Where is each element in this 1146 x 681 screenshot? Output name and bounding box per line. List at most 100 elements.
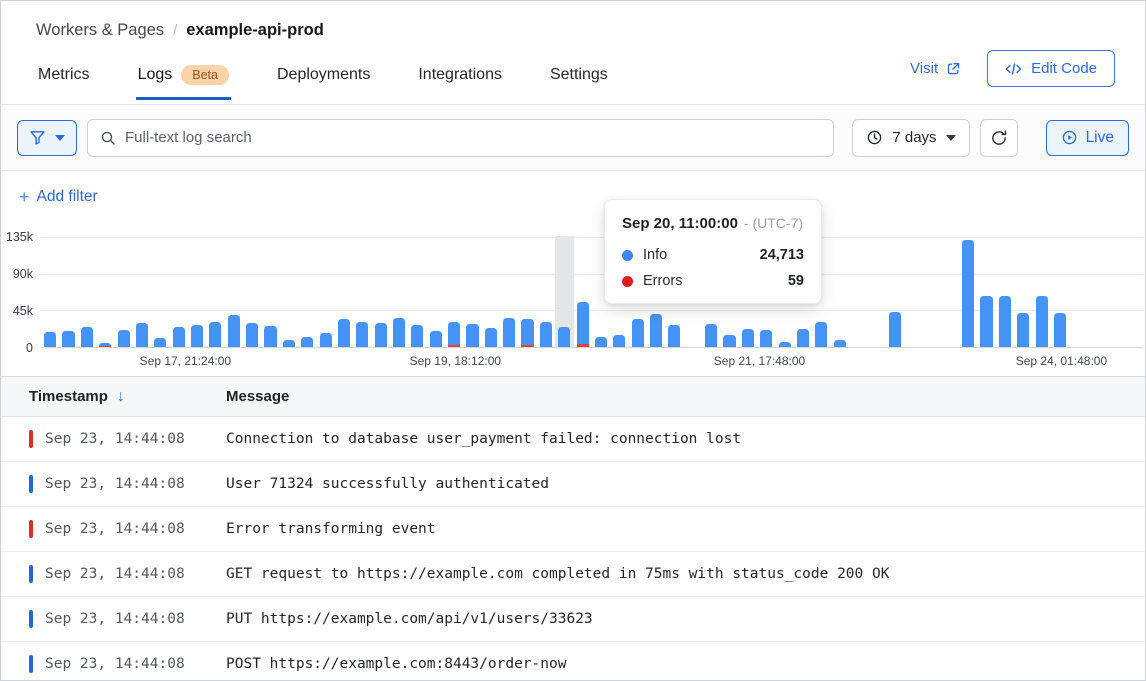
chart-bar [485,328,497,347]
chart-bar-slot[interactable] [353,237,371,347]
chart-bar [228,315,240,347]
chart-bar-slot[interactable] [206,237,224,347]
tab-integrations[interactable]: Integrations [416,59,504,100]
chart-bar-slot[interactable] [280,237,298,347]
edit-code-button[interactable]: Edit Code [987,50,1115,87]
chart-bar-slot[interactable] [500,237,518,347]
log-table: Timestamp ↓ Message Sep 23, 14:44:08Conn… [1,376,1145,681]
chart-bar-slot[interactable] [1014,237,1032,347]
refresh-button[interactable] [980,119,1018,157]
chart-bar-slot[interactable] [316,237,334,347]
column-header-timestamp[interactable]: Timestamp ↓ [29,388,226,406]
live-button[interactable]: Live [1046,120,1129,156]
chart-bar-slot[interactable] [941,237,959,347]
chart-bar-slot[interactable] [1087,237,1105,347]
chart-bar-slot[interactable] [170,237,188,347]
info-bar-segment [815,322,827,347]
chart-bar-slot[interactable] [335,237,353,347]
info-bar-segment [779,342,791,347]
chart-bar-slot[interactable] [482,237,500,347]
tab-metrics[interactable]: Metrics [36,59,92,100]
chart-bar-slot[interactable] [996,237,1014,347]
log-row[interactable]: Sep 23, 14:44:08User 71324 successfully … [1,462,1145,507]
chart-bar-slot[interactable] [408,237,426,347]
time-range-button[interactable]: 7 days [852,119,969,157]
chart-bar-slot[interactable] [830,237,848,347]
chart-bar [320,333,332,347]
chart-bar-slot[interactable] [537,237,555,347]
chart-bar-slot[interactable] [1069,237,1087,347]
chart-bar-slot[interactable] [1032,237,1050,347]
chart-bar-slot[interactable] [849,237,867,347]
chart-bar-slot[interactable] [1051,237,1069,347]
chart-bar-slot[interactable] [243,237,261,347]
tooltip-row: Info24,713 [622,247,804,263]
chart-bar [191,325,203,347]
breadcrumb-current: example-api-prod [186,21,324,40]
chart-bar-slot[interactable] [41,237,59,347]
log-row[interactable]: Sep 23, 14:44:08PUT https://example.com/… [1,597,1145,642]
chart-bar-slot[interactable] [261,237,279,347]
log-timestamp: Sep 23, 14:44:08 [45,566,198,582]
chart-bar-slot[interactable] [78,237,96,347]
chart-bar-slot[interactable] [59,237,77,347]
tooltip-row: Errors59 [622,273,804,289]
info-bar-segment [889,312,901,347]
info-bar-segment [723,335,735,347]
y-tick-label: 45k [13,304,33,318]
chart-bar-slot[interactable] [427,237,445,347]
code-icon [1005,62,1022,76]
chart-bar-slot[interactable] [96,237,114,347]
breadcrumb-section[interactable]: Workers & Pages [36,21,164,40]
chart-bar-slot[interactable] [977,237,995,347]
info-bar-segment [118,330,130,347]
log-row[interactable]: Sep 23, 14:44:08Error transforming event [1,507,1145,552]
chart-bar-slot[interactable] [114,237,132,347]
chart-bar-slot[interactable] [151,237,169,347]
chart-bar-slot[interactable] [922,237,940,347]
chart-bar [503,318,515,347]
search-input[interactable] [125,129,821,146]
chart-bar-slot[interactable] [867,237,885,347]
tab-deployments[interactable]: Deployments [275,59,372,100]
log-row[interactable]: Sep 23, 14:44:08POST https://example.com… [1,642,1145,681]
chart-bar [62,331,74,347]
chart-bar-slot[interactable] [298,237,316,347]
log-volume-chart: 135k90k45k0 Sep 17, 21:24:00Sep 19, 18:1… [1,223,1145,376]
chart-bar [118,330,130,347]
chart-bar-slot[interactable] [1106,237,1124,347]
add-filter-button[interactable]: + Add filter [19,188,98,206]
column-header-message: Message [226,388,289,405]
workers-logs-page: Workers & Pages / example-api-prod Metri… [0,0,1146,681]
chart-bar-slot[interactable] [555,237,573,347]
chart-bar-slot[interactable] [371,237,389,347]
chart-bar-slot[interactable] [518,237,536,347]
chart-bar-slot[interactable] [225,237,243,347]
chart-bar-slot[interactable] [904,237,922,347]
y-tick-label: 0 [26,341,33,355]
info-bar-segment [430,331,442,347]
info-bar-segment [338,319,350,347]
x-axis-labels: Sep 17, 21:24:00Sep 19, 18:12:00Sep 21, … [41,354,1143,372]
log-row[interactable]: Sep 23, 14:44:08Connection to database u… [1,417,1145,462]
chart-bar-slot[interactable] [959,237,977,347]
chart-bar-slot[interactable] [445,237,463,347]
chart-bar [338,319,350,347]
tab-settings[interactable]: Settings [548,59,610,100]
chart-bar-slot[interactable] [573,237,591,347]
log-row[interactable]: Sep 23, 14:44:08GET request to https://e… [1,552,1145,597]
chart-bar-slot[interactable] [886,237,904,347]
visit-link[interactable]: Visit [910,60,961,77]
chart-bar-slot[interactable] [133,237,151,347]
info-bar-segment [191,325,203,347]
sort-desc-icon[interactable]: ↓ [117,388,125,406]
chart-bar [797,329,809,347]
info-bar-segment [613,335,625,347]
chart-bar-slot[interactable] [188,237,206,347]
chart-bar-slot[interactable] [1124,237,1142,347]
tab-logs[interactable]: LogsBeta [136,59,231,100]
filter-menu-button[interactable] [17,120,77,156]
chart-bar-slot[interactable] [390,237,408,347]
chart-bar-slot[interactable] [463,237,481,347]
info-bar-segment [136,323,148,347]
